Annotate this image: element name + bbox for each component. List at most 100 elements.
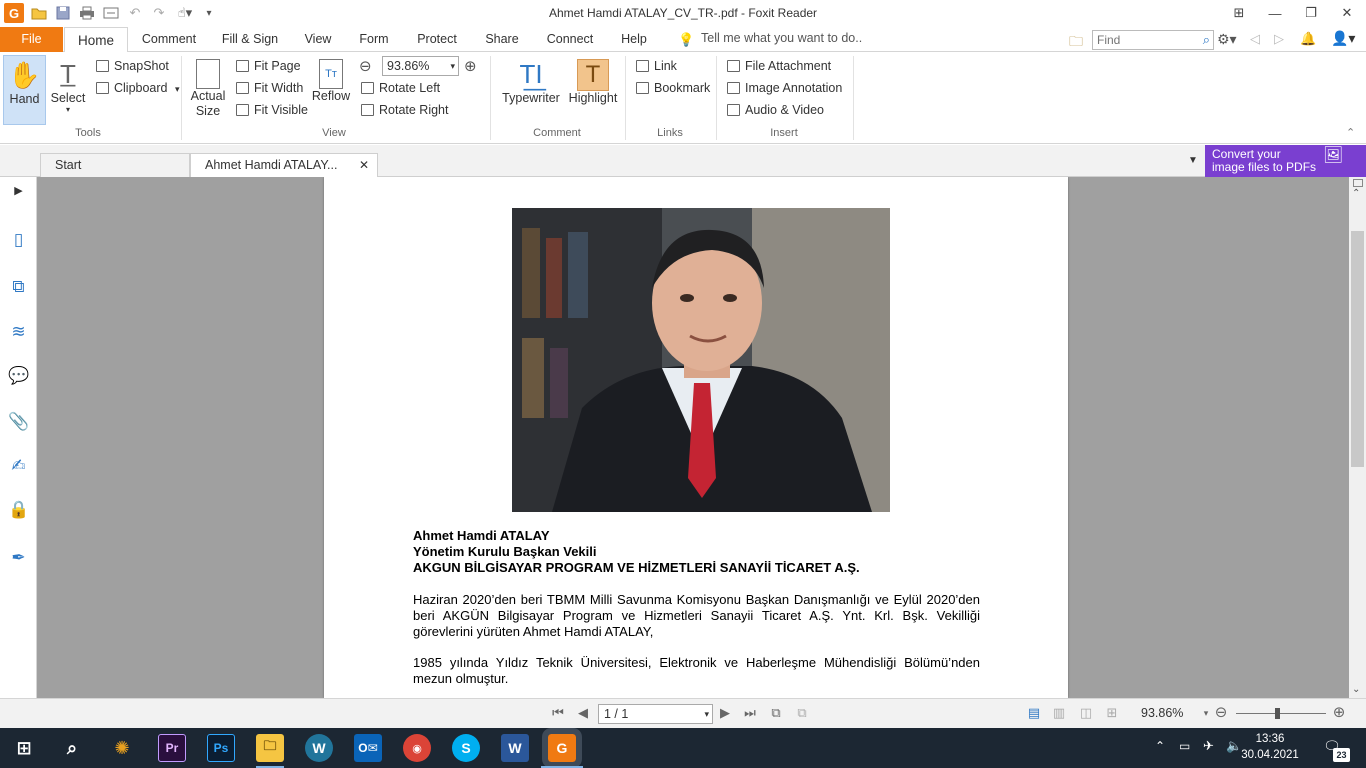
single-page-view-icon[interactable]: ▤: [1026, 705, 1042, 721]
system-clock[interactable]: 13:36 30.04.2021: [1240, 731, 1300, 763]
bookmark-button[interactable]: Bookmark: [634, 78, 710, 98]
expand-pane-icon[interactable]: ▶: [8, 181, 29, 202]
clipboard-dropdown-icon[interactable]: ▾: [175, 84, 180, 94]
previous-page-icon[interactable]: ◀: [575, 705, 591, 721]
first-page-icon[interactable]: ⏮: [550, 705, 566, 721]
search-icon[interactable]: ⌕: [1203, 32, 1210, 48]
snapshot-button[interactable]: SnapShot: [94, 56, 169, 76]
last-page-icon[interactable]: ⏭: [742, 705, 758, 721]
outlook-icon[interactable]: O✉: [354, 734, 382, 762]
zoom-select[interactable]: 93.86% ▾: [382, 56, 459, 76]
word-icon[interactable]: W: [501, 734, 529, 762]
wordpress-icon[interactable]: W: [305, 734, 333, 762]
next-icon[interactable]: ▷: [1274, 31, 1284, 47]
tab-connect[interactable]: Connect: [538, 27, 602, 52]
facing-view-icon[interactable]: ◫: [1078, 705, 1094, 721]
document-viewport[interactable]: Ahmet Hamdi ATALAY Yönetim Kurulu Başkan…: [37, 177, 1349, 698]
select-tool-button[interactable]: T̲ Select ▾: [48, 55, 88, 125]
rotate-right-button[interactable]: Rotate Right: [359, 100, 448, 120]
skype-icon[interactable]: S: [452, 734, 480, 762]
notification-bell-icon[interactable]: 🔔: [1300, 31, 1316, 47]
chrome-icon[interactable]: ◉: [403, 734, 431, 762]
status-zoom-out-icon[interactable]: ⊖: [1213, 705, 1229, 721]
link-button[interactable]: Link: [634, 56, 677, 76]
status-zoom-in-icon[interactable]: ⊕: [1331, 705, 1347, 721]
user-account-icon[interactable]: 👤▾: [1331, 30, 1355, 47]
tab-form[interactable]: Form: [353, 27, 395, 52]
fit-page-button[interactable]: Fit Page: [234, 56, 301, 76]
fit-width-button[interactable]: Fit Width: [234, 78, 303, 98]
continuous-view-icon[interactable]: ▥: [1051, 705, 1067, 721]
scroll-up-icon[interactable]: ⌃: [1352, 188, 1360, 199]
battery-icon[interactable]: ▭: [1179, 739, 1190, 753]
collapse-ribbon-icon[interactable]: ⌃: [1346, 126, 1355, 139]
search-taskbar-icon[interactable]: ⌕: [58, 734, 86, 762]
zoom-in-icon[interactable]: ⊕: [464, 57, 477, 75]
page-number-field[interactable]: 1 / 1 ▾: [598, 704, 713, 724]
zoom-dropdown-icon[interactable]: ▾: [450, 57, 455, 75]
image-annotation-button[interactable]: Image Annotation: [725, 78, 842, 98]
zoom-slider-thumb[interactable]: [1275, 708, 1280, 719]
layers-icon[interactable]: ≋: [8, 321, 29, 342]
ribbon-display-icon[interactable]: ⊞: [1222, 2, 1256, 24]
rotate-left-button[interactable]: Rotate Left: [359, 78, 440, 98]
next-view-icon[interactable]: ⧉: [794, 705, 810, 721]
previous-view-icon[interactable]: ⧉: [768, 705, 784, 721]
page-thumbnails-icon[interactable]: ▯: [8, 229, 29, 250]
hand-tool-button[interactable]: ✋ Hand: [3, 55, 46, 125]
scroll-down-icon[interactable]: ⌄: [1352, 684, 1360, 695]
continuous-facing-icon[interactable]: ⊞: [1104, 705, 1120, 721]
network-icon[interactable]: ✈: [1203, 738, 1214, 754]
highlight-button[interactable]: T Highlight: [566, 55, 620, 125]
select-dropdown-icon[interactable]: ▾: [48, 106, 88, 114]
restore-button[interactable]: ❐: [1294, 2, 1328, 24]
file-explorer-icon[interactable]: 🗀: [256, 734, 284, 762]
convert-promo-banner[interactable]: Convert your image files to PDFs 🖼: [1205, 145, 1366, 177]
tab-fill-sign[interactable]: Fill & Sign: [215, 27, 285, 52]
tab-document[interactable]: Ahmet Hamdi ATALAY... ✕: [190, 153, 378, 178]
reflow-button[interactable]: Tт Reflow: [311, 55, 351, 125]
settings-gear-icon[interactable]: ⚙▾: [1217, 31, 1237, 48]
close-window-button[interactable]: ✕: [1330, 2, 1364, 24]
fit-visible-button[interactable]: Fit Visible: [234, 100, 308, 120]
find-field[interactable]: ⌕: [1092, 30, 1214, 50]
security-lock-icon[interactable]: 🔒: [8, 499, 29, 520]
vertical-scrollbar[interactable]: ⌃ ⌄: [1349, 177, 1366, 698]
tab-home[interactable]: Home: [64, 27, 128, 53]
tab-view[interactable]: View: [296, 27, 340, 52]
zoom-slider-track[interactable]: [1236, 713, 1326, 714]
utility-app-icon[interactable]: ✺: [108, 734, 136, 762]
typewriter-button[interactable]: T͟I Typewriter: [498, 55, 564, 125]
zoom-out-icon[interactable]: ⊖: [359, 57, 372, 75]
actual-size-button[interactable]: Actual Size: [188, 55, 228, 125]
file-attachment-button[interactable]: File Attachment: [725, 56, 831, 76]
tab-file[interactable]: File: [0, 27, 63, 52]
comments-icon[interactable]: 💬: [8, 365, 29, 386]
find-input[interactable]: [1093, 31, 1193, 49]
scroll-split-icon[interactable]: [1353, 179, 1363, 187]
scrollbar-thumb[interactable]: [1351, 231, 1364, 467]
minimize-button[interactable]: —: [1258, 2, 1292, 24]
signature-panel-icon[interactable]: ✍: [8, 455, 29, 476]
close-tab-icon[interactable]: ✕: [359, 154, 369, 176]
tab-comment[interactable]: Comment: [135, 27, 203, 52]
status-zoom-dropdown-icon[interactable]: ▾: [1198, 705, 1214, 721]
audio-video-button[interactable]: Audio & Video: [725, 100, 824, 120]
pages-icon[interactable]: ⧉: [8, 276, 29, 297]
foxit-taskbar-icon[interactable]: G: [542, 728, 582, 768]
prev-icon[interactable]: ◁: [1250, 31, 1260, 47]
pdf-page[interactable]: Ahmet Hamdi ATALAY Yönetim Kurulu Başkan…: [324, 177, 1068, 698]
tabs-dropdown-icon[interactable]: ▼: [1188, 155, 1198, 166]
tab-share[interactable]: Share: [478, 27, 526, 52]
clipboard-button[interactable]: Clipboard ▾: [94, 78, 180, 98]
digital-signature-icon[interactable]: ✒: [8, 547, 29, 568]
tab-help[interactable]: Help: [612, 27, 656, 52]
attachments-icon[interactable]: 📎: [8, 411, 29, 432]
windows-start-icon[interactable]: ⊞: [10, 734, 38, 762]
page-dropdown-icon[interactable]: ▾: [704, 705, 709, 723]
tab-start[interactable]: Start: [40, 153, 190, 177]
tell-me-input[interactable]: Tell me what you want to do..: [701, 31, 862, 45]
tab-protect[interactable]: Protect: [408, 27, 466, 52]
show-hidden-icons[interactable]: ⌃: [1155, 739, 1165, 753]
premiere-icon[interactable]: Pr: [158, 734, 186, 762]
